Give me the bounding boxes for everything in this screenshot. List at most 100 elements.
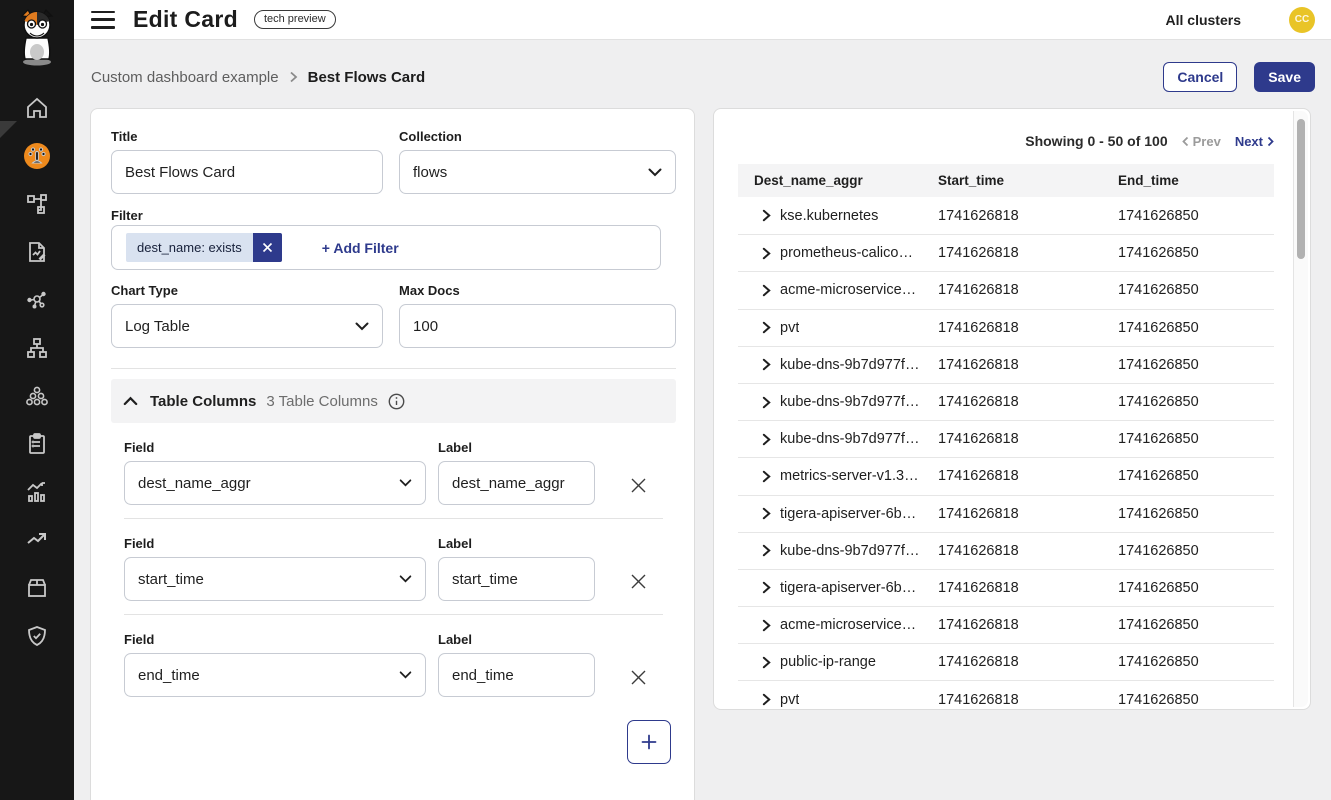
expand-row-chevron-icon[interactable] xyxy=(762,433,771,446)
remove-column-icon[interactable] xyxy=(628,667,649,688)
filter-chip: dest_name: exists xyxy=(126,233,282,262)
sidebar-item-sitemap[interactable] xyxy=(0,324,74,372)
column-field-group: Fielddest_name_aggr xyxy=(124,440,426,505)
sidebar-item-packages[interactable] xyxy=(0,564,74,612)
collapse-chevron-up-icon[interactable] xyxy=(123,396,138,406)
table-columns-title: Table Columns xyxy=(150,393,256,410)
chart-type-select[interactable]: Log Table xyxy=(111,304,383,348)
sidebar-item-topology[interactable] xyxy=(0,180,74,228)
table-row: pvt17416268181741626850 xyxy=(738,309,1274,346)
save-button[interactable]: Save xyxy=(1254,62,1315,92)
breadcrumb-current: Best Flows Card xyxy=(308,69,426,86)
expand-row-chevron-icon[interactable] xyxy=(762,693,771,706)
tech-preview-badge: tech preview xyxy=(254,10,336,29)
label-label: Label xyxy=(438,440,595,455)
plus-icon xyxy=(641,734,657,750)
dest-name-cell: metrics-server-v1.3… xyxy=(780,468,919,484)
sidebar-item-statistics[interactable] xyxy=(0,468,74,516)
column-field-group: Fieldstart_time xyxy=(124,536,426,601)
preview-table-body: kse.kubernetes17416268181741626850promet… xyxy=(738,197,1274,718)
table-columns-header[interactable]: Table Columns 3 Table Columns xyxy=(111,379,676,423)
collection-select[interactable]: flows xyxy=(399,150,676,194)
sidebar-nav xyxy=(0,84,74,660)
table-row: acme-microservice…17416268181741626850 xyxy=(738,271,1274,308)
title-label: Title xyxy=(111,129,383,144)
end-time-cell: 1741626850 xyxy=(1102,692,1274,708)
filter-box[interactable]: dest_name: exists + Add Filter xyxy=(111,225,661,270)
remove-column-icon[interactable] xyxy=(628,475,649,496)
avatar[interactable]: CC xyxy=(1289,7,1315,33)
title-input[interactable] xyxy=(111,150,383,194)
dest-name-cell: kube-dns-9b7d977f… xyxy=(780,431,919,447)
sitemap-icon xyxy=(25,336,49,360)
breadcrumb-parent-link[interactable]: Custom dashboard example xyxy=(91,69,279,86)
column-field-value: end_time xyxy=(138,667,399,684)
filter-chip-remove-icon[interactable] xyxy=(253,233,282,262)
label-label: Label xyxy=(438,536,595,551)
expand-row-chevron-icon[interactable] xyxy=(762,507,771,520)
chevron-down-icon xyxy=(399,671,412,679)
breadcrumb-chevron-icon xyxy=(289,71,298,83)
expand-row-chevron-icon[interactable] xyxy=(762,209,771,222)
expand-row-chevron-icon[interactable] xyxy=(762,656,771,669)
divider xyxy=(124,614,663,615)
column-label-input[interactable] xyxy=(438,653,595,697)
graph-nodes-icon xyxy=(25,288,49,312)
prev-page-button[interactable]: Prev xyxy=(1182,134,1221,149)
next-page-button[interactable]: Next xyxy=(1235,134,1274,149)
sidebar-item-security[interactable] xyxy=(0,612,74,660)
sidebar-item-dashboards-active[interactable] xyxy=(0,132,74,180)
expand-row-chevron-icon[interactable] xyxy=(762,358,771,371)
breadcrumb: Custom dashboard example Best Flows Card xyxy=(91,69,425,86)
scrollbar-thumb[interactable] xyxy=(1297,119,1305,259)
info-icon[interactable] xyxy=(388,393,405,410)
hamburger-menu-icon[interactable] xyxy=(91,11,115,29)
expand-row-chevron-icon[interactable] xyxy=(762,284,771,297)
page-title: Edit Card xyxy=(133,6,238,33)
expand-row-chevron-icon[interactable] xyxy=(762,544,771,557)
table-row: kube-dns-9b7d977f…17416268181741626850 xyxy=(738,383,1274,420)
home-icon xyxy=(25,96,49,120)
cancel-button[interactable]: Cancel xyxy=(1163,62,1237,92)
sidebar-item-reports[interactable] xyxy=(0,228,74,276)
expand-row-chevron-icon[interactable] xyxy=(762,619,771,632)
expand-row-chevron-icon[interactable] xyxy=(762,321,771,334)
sidebar-item-trends[interactable] xyxy=(0,516,74,564)
expand-row-chevron-icon[interactable] xyxy=(762,581,771,594)
column-field-select[interactable]: dest_name_aggr xyxy=(124,461,426,505)
chart-type-select-value: Log Table xyxy=(125,318,355,335)
vertical-scrollbar[interactable] xyxy=(1293,111,1308,707)
sidebar-item-home[interactable] xyxy=(0,84,74,132)
expand-row-chevron-icon[interactable] xyxy=(762,470,771,483)
add-column-button[interactable] xyxy=(627,720,671,764)
calico-logo[interactable] xyxy=(9,6,65,68)
dest-name-cell: tigera-apiserver-6b… xyxy=(780,580,916,596)
sidebar-item-service-graph[interactable] xyxy=(0,276,74,324)
calico-cat-icon xyxy=(12,8,62,66)
preview-table-header: Dest_name_aggr Start_time End_time xyxy=(738,164,1274,197)
column-label-input[interactable] xyxy=(438,557,595,601)
sidebar xyxy=(0,0,74,800)
dest-name-cell: kube-dns-9b7d977f… xyxy=(780,543,919,559)
end-time-cell: 1741626850 xyxy=(1102,357,1274,373)
column-field-select[interactable]: start_time xyxy=(124,557,426,601)
end-time-cell: 1741626850 xyxy=(1102,580,1274,596)
table-row: kse.kubernetes17416268181741626850 xyxy=(738,197,1274,234)
remove-column-icon[interactable] xyxy=(628,571,649,592)
divider xyxy=(111,368,676,369)
sidebar-item-clusters[interactable] xyxy=(0,372,74,420)
cluster-selector[interactable]: All clusters xyxy=(1166,12,1241,28)
column-label-input[interactable] xyxy=(438,461,595,505)
expand-row-chevron-icon[interactable] xyxy=(762,247,771,260)
sidebar-item-compliance[interactable] xyxy=(0,420,74,468)
add-filter-button[interactable]: + Add Filter xyxy=(322,240,399,256)
expand-row-chevron-icon[interactable] xyxy=(762,396,771,409)
column-field-select[interactable]: end_time xyxy=(124,653,426,697)
dashboard-gauge-icon xyxy=(23,142,51,170)
page-content: Custom dashboard example Best Flows Card… xyxy=(74,40,1331,800)
start-time-cell: 1741626818 xyxy=(922,320,1102,336)
dest-name-cell: pvt xyxy=(780,320,799,336)
chart-type-row: Chart Type Log Table Max Docs xyxy=(111,283,676,348)
max-docs-input[interactable] xyxy=(399,304,676,348)
dest-name-cell: kube-dns-9b7d977f… xyxy=(780,394,919,410)
